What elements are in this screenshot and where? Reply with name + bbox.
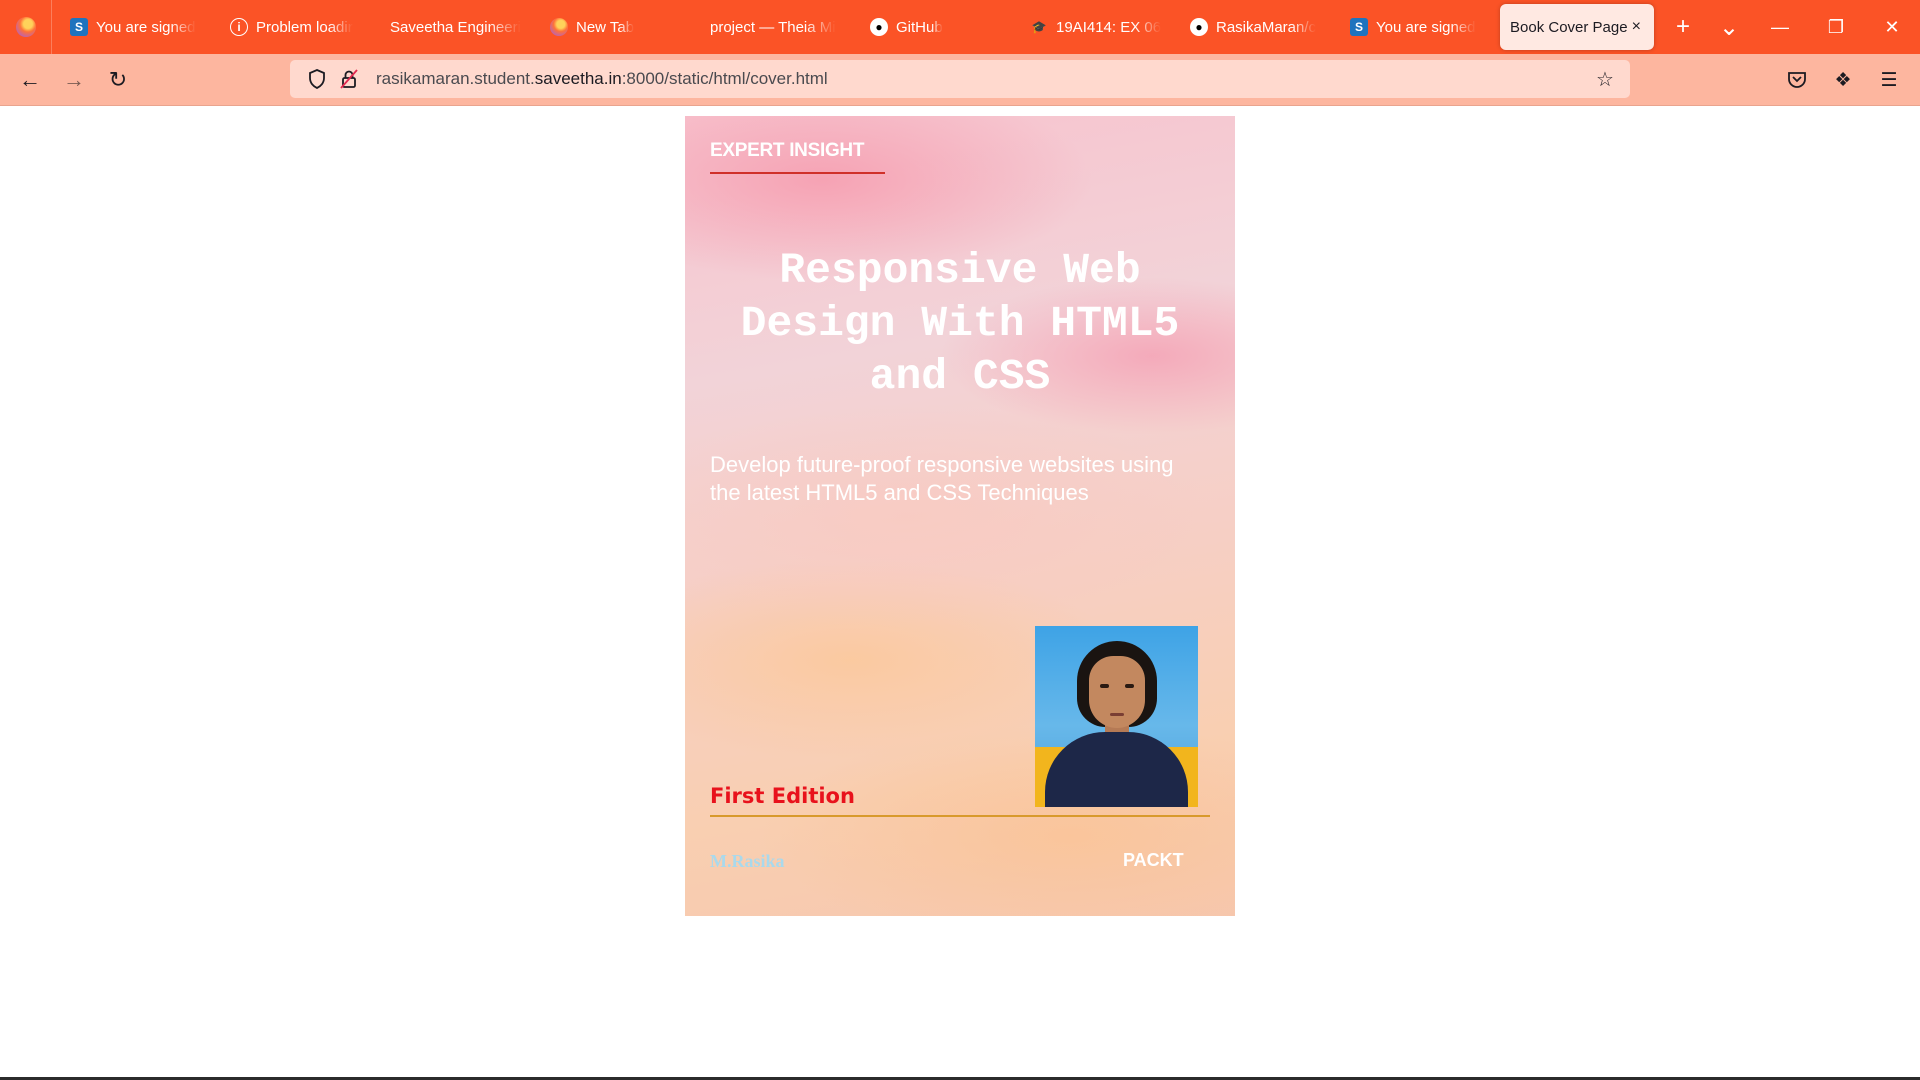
insecure-lock-icon[interactable] bbox=[336, 66, 362, 92]
hamburger-menu-icon[interactable]: ☰ bbox=[1866, 58, 1912, 102]
tab-9-active[interactable]: Book Cover Page × bbox=[1500, 4, 1654, 50]
close-tab-icon[interactable]: × bbox=[1632, 18, 1641, 36]
tab-label: 19AI414: EX 06 bbox=[1056, 18, 1162, 36]
tab-label: Saveetha Engineeri bbox=[390, 18, 521, 36]
close-window-icon[interactable]: ✕ bbox=[1864, 0, 1920, 54]
url-domain: saveetha.in bbox=[534, 69, 622, 88]
book-cover: EXPERT INSIGHT Responsive Web Design Wit… bbox=[685, 116, 1235, 916]
tab-strip: S You are signed i Problem loadir Saveet… bbox=[0, 0, 1920, 54]
restore-icon[interactable]: ❐ bbox=[1808, 0, 1864, 54]
author-name: M.Rasika bbox=[710, 851, 785, 871]
shield-icon[interactable] bbox=[304, 66, 330, 92]
tab-label: You are signed bbox=[96, 18, 196, 36]
expert-underline bbox=[710, 172, 885, 174]
book-subtitle: Develop future-proof responsive websites… bbox=[710, 452, 1174, 505]
page-content: EXPERT INSIGHT Responsive Web Design Wit… bbox=[0, 106, 1920, 1080]
info-icon: i bbox=[230, 18, 248, 36]
reload-icon[interactable]: ↻ bbox=[96, 58, 140, 102]
tab-3[interactable]: New Tab bbox=[540, 4, 694, 50]
new-tab-button[interactable]: + bbox=[1660, 4, 1706, 50]
author-photo bbox=[1035, 626, 1198, 807]
graduation-hat-icon: 🎓 bbox=[1031, 20, 1047, 34]
tab-0[interactable]: S You are signed bbox=[60, 4, 214, 50]
tab-label: You are signed bbox=[1376, 18, 1476, 36]
url-bar[interactable]: rasikamaran.student.saveetha.in:8000/sta… bbox=[290, 60, 1630, 98]
book-title: Responsive Web Design With HTML5 and CSS bbox=[740, 246, 1180, 401]
tab-8[interactable]: S You are signed bbox=[1340, 4, 1494, 50]
github-icon: ● bbox=[870, 18, 888, 36]
tab-2[interactable]: Saveetha Engineeri bbox=[380, 4, 534, 50]
s-icon: S bbox=[1350, 18, 1368, 36]
tab-4[interactable]: project — Theia Mi bbox=[700, 4, 854, 50]
window-controls: — ❐ ✕ bbox=[1752, 0, 1920, 54]
minimize-icon[interactable]: — bbox=[1752, 0, 1808, 54]
url-prefix: rasikamaran.student. bbox=[376, 69, 535, 88]
tab-label: GitHub bbox=[896, 18, 943, 36]
forward-icon[interactable]: → bbox=[52, 58, 96, 102]
firefox-menu-icon[interactable] bbox=[0, 0, 52, 54]
firefox-icon bbox=[550, 18, 568, 36]
extensions-icon[interactable]: ❖ bbox=[1820, 58, 1866, 102]
back-icon[interactable]: ← bbox=[8, 58, 52, 102]
url-suffix: :8000/static/html/cover.html bbox=[621, 69, 828, 88]
publisher-name: PACKT bbox=[1123, 850, 1184, 870]
s-icon: S bbox=[70, 18, 88, 36]
tab-7[interactable]: ● RasikaMaran/c bbox=[1180, 4, 1334, 50]
tab-label: Book Cover Page bbox=[1510, 18, 1628, 36]
list-all-tabs-button[interactable]: ⌄ bbox=[1706, 4, 1752, 50]
url-text[interactable]: rasikamaran.student.saveetha.in:8000/sta… bbox=[376, 69, 828, 89]
tab-label: New Tab bbox=[576, 18, 635, 36]
edition-rule bbox=[710, 815, 1210, 817]
edition-label: First Edition bbox=[710, 784, 855, 808]
expert-insight-label: EXPERT INSIGHT bbox=[710, 140, 865, 161]
tab-label: project — Theia Mi bbox=[710, 18, 836, 36]
tab-list: S You are signed i Problem loadir Saveet… bbox=[52, 0, 1660, 54]
navigation-bar: ← → ↻ rasikamaran.student.saveetha.in:80… bbox=[0, 54, 1920, 106]
toolbar-right: ❖ ☰ bbox=[1774, 58, 1912, 102]
tab-label: Problem loadir bbox=[256, 18, 353, 36]
github-icon: ● bbox=[1190, 18, 1208, 36]
tab-label: RasikaMaran/c bbox=[1216, 18, 1317, 36]
tab-5[interactable]: ● GitHub bbox=[860, 4, 1014, 50]
pocket-icon[interactable] bbox=[1774, 58, 1820, 102]
tab-1[interactable]: i Problem loadir bbox=[220, 4, 374, 50]
tab-6[interactable]: 🎓 19AI414: EX 06 bbox=[1020, 4, 1174, 50]
bookmark-star-icon[interactable]: ☆ bbox=[1592, 66, 1618, 92]
